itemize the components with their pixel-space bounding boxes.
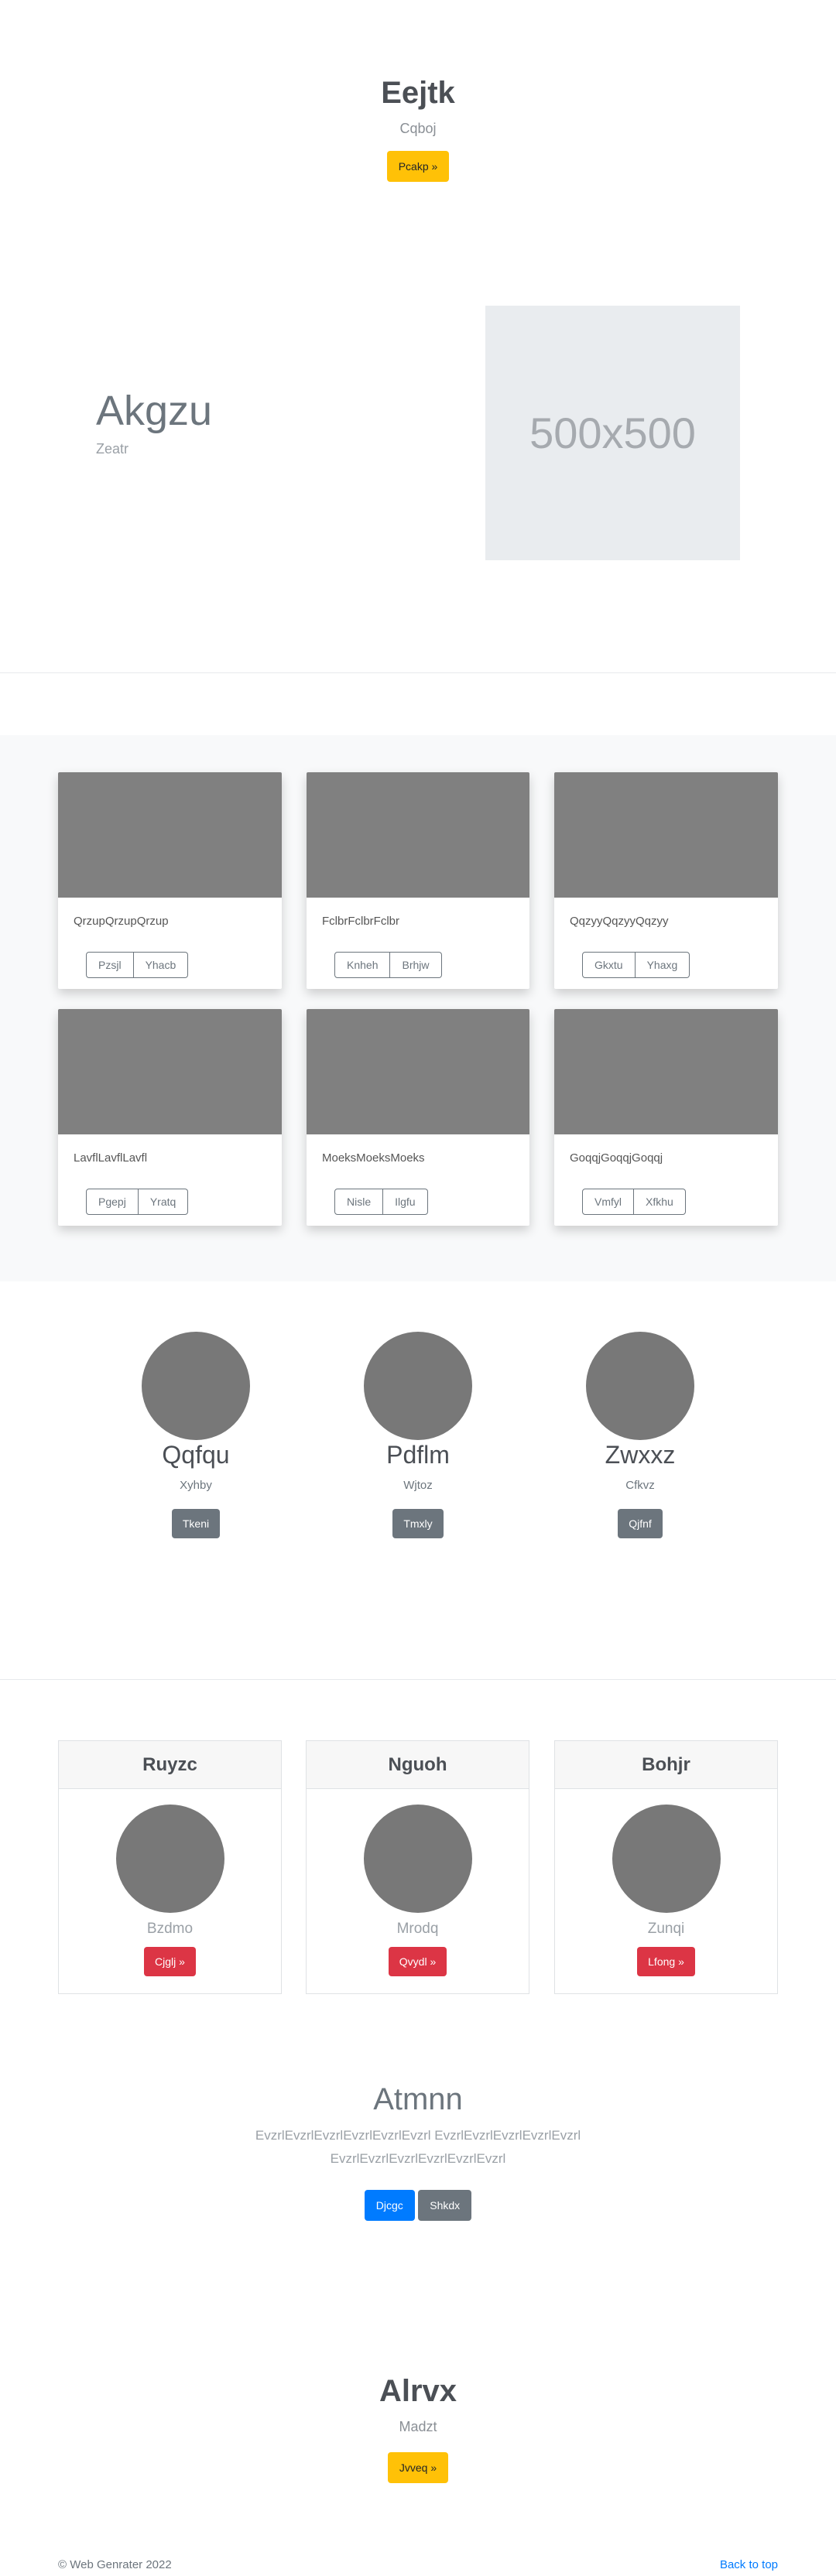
pricing-avatar <box>612 1805 721 1913</box>
card-button[interactable]: Pgepj <box>86 1189 139 1215</box>
card-button[interactable]: Gkxtu <box>582 952 636 978</box>
feature-title: Akgzu <box>96 388 213 434</box>
hero2-subtitle: Madzt <box>399 2419 437 2434</box>
card-button-group: Pgepj Yratq <box>86 1189 189 1215</box>
card-image <box>554 1009 778 1134</box>
member-name: Qqfqu <box>162 1441 230 1469</box>
member-avatar <box>364 1332 472 1440</box>
back-to-top-link[interactable]: Back to top <box>720 2558 778 2571</box>
card-button[interactable]: Pzsjl <box>86 952 134 978</box>
cta-secondary-button[interactable]: Shkdx <box>418 2190 472 2221</box>
pricing-card: Nguoh Mrodq Qvydl » <box>306 1740 529 1994</box>
card: QrzupQrzupQrzup Pzsjl Yhacb <box>58 772 282 989</box>
member-subtitle: Cfkvz <box>625 1479 655 1492</box>
cta-text-line2: EvzrlEvzrlEvzrlEvzrlEvzrlEvzrl <box>330 2151 506 2166</box>
card-button[interactable]: Yhacb <box>133 952 189 978</box>
card-text: FclbrFclbrFclbr <box>322 915 399 928</box>
card-text: QqzyyQqzyyQqzyy <box>570 915 669 928</box>
card-button[interactable]: Brhjw <box>390 952 442 978</box>
divider <box>0 672 836 673</box>
member-avatar <box>586 1332 694 1440</box>
member-subtitle: Wjtoz <box>403 1479 433 1492</box>
hero-subtitle: Cqboj <box>399 121 437 136</box>
card-image <box>58 772 282 898</box>
card-button[interactable]: Vmfyl <box>582 1189 634 1215</box>
divider <box>0 1679 836 1680</box>
card: FclbrFclbrFclbr Knheh Brhjw <box>307 772 529 989</box>
card-text: LavflLavflLavfl <box>74 1151 148 1165</box>
card: QqzyyQqzyyQqzyy Gkxtu Yhaxg <box>554 772 778 989</box>
card-button-group: Knheh Brhjw <box>334 952 442 978</box>
card-button[interactable]: Xfkhu <box>634 1189 686 1215</box>
card: GoqqjGoqqjGoqqj Vmfyl Xfkhu <box>554 1009 778 1226</box>
card: MoeksMoeksMoeks Nisle Ilgfu <box>307 1009 529 1226</box>
pricing-subtitle: Zunqi <box>647 1921 685 1937</box>
member-button[interactable]: Tmxly <box>392 1509 444 1538</box>
card-button-group: Gkxtu Yhaxg <box>582 952 690 978</box>
pricing-card: Bohjr Zunqi Lfong » <box>554 1740 778 1994</box>
card-button[interactable]: Yratq <box>138 1189 189 1215</box>
card-button[interactable]: Yhaxg <box>635 952 690 978</box>
member-button[interactable]: Tkeni <box>171 1509 221 1538</box>
card-button[interactable]: Knheh <box>334 952 391 978</box>
cta-primary-button[interactable]: Djcgc <box>364 2190 415 2221</box>
card-button[interactable]: Ilgfu <box>383 1189 428 1215</box>
pricing-card-header: Bohjr <box>555 1741 777 1789</box>
member-name: Pdflm <box>386 1441 450 1469</box>
pricing-button[interactable]: Lfong » <box>637 1947 695 1976</box>
feature-image: 500x500 <box>485 306 740 560</box>
card-button-group: Pzsjl Yhacb <box>86 952 189 978</box>
member-name: Zwxxz <box>605 1441 676 1469</box>
card-button[interactable]: Nisle <box>334 1189 384 1215</box>
pricing-button[interactable]: Qvydl » <box>388 1947 447 1976</box>
member-subtitle: Xyhby <box>180 1479 212 1492</box>
hero2-title: Alrvx <box>379 2374 457 2408</box>
pricing-card: Ruyzc Bzdmo Cjglj » <box>58 1740 282 1994</box>
pricing-avatar <box>363 1805 472 1913</box>
feature-subtitle: Zeatr <box>96 441 129 457</box>
pricing-subtitle: Bzdmo <box>146 1921 194 1937</box>
pricing-subtitle: Mrodq <box>396 1921 439 1937</box>
cta-title: Atmnn <box>373 2082 463 2116</box>
pricing-avatar <box>115 1805 224 1913</box>
card-text: GoqqjGoqqjGoqqj <box>570 1151 663 1165</box>
footer-copyright: © Web Genrater 2022 <box>58 2558 172 2571</box>
member-avatar <box>142 1332 250 1440</box>
pricing-card-header: Nguoh <box>307 1741 529 1789</box>
feature-image-label: 500x500 <box>529 409 696 457</box>
hero-title: Eejtk <box>381 76 455 110</box>
card-button-group: Vmfyl Xfkhu <box>582 1189 686 1215</box>
card-image <box>58 1009 282 1134</box>
card-button-group: Nisle Ilgfu <box>334 1189 428 1215</box>
card-image <box>307 1009 529 1134</box>
card: LavflLavflLavfl Pgepj Yratq <box>58 1009 282 1226</box>
card-text: MoeksMoeksMoeks <box>322 1151 425 1165</box>
member-button[interactable]: Qjfnf <box>618 1509 663 1538</box>
cta-text-line1: EvzrlEvzrlEvzrlEvzrlEvzrlEvzrl EvzrlEvzr… <box>255 2128 581 2143</box>
card-image <box>554 772 778 898</box>
card-text: QrzupQrzupQrzup <box>74 915 169 928</box>
card-image <box>307 772 529 898</box>
pricing-button[interactable]: Cjglj » <box>144 1947 196 1976</box>
pricing-card-header: Ruyzc <box>59 1741 281 1789</box>
hero-button[interactable]: Pcakp » <box>386 151 450 182</box>
hero2-button[interactable]: Jvveq » <box>387 2452 449 2483</box>
